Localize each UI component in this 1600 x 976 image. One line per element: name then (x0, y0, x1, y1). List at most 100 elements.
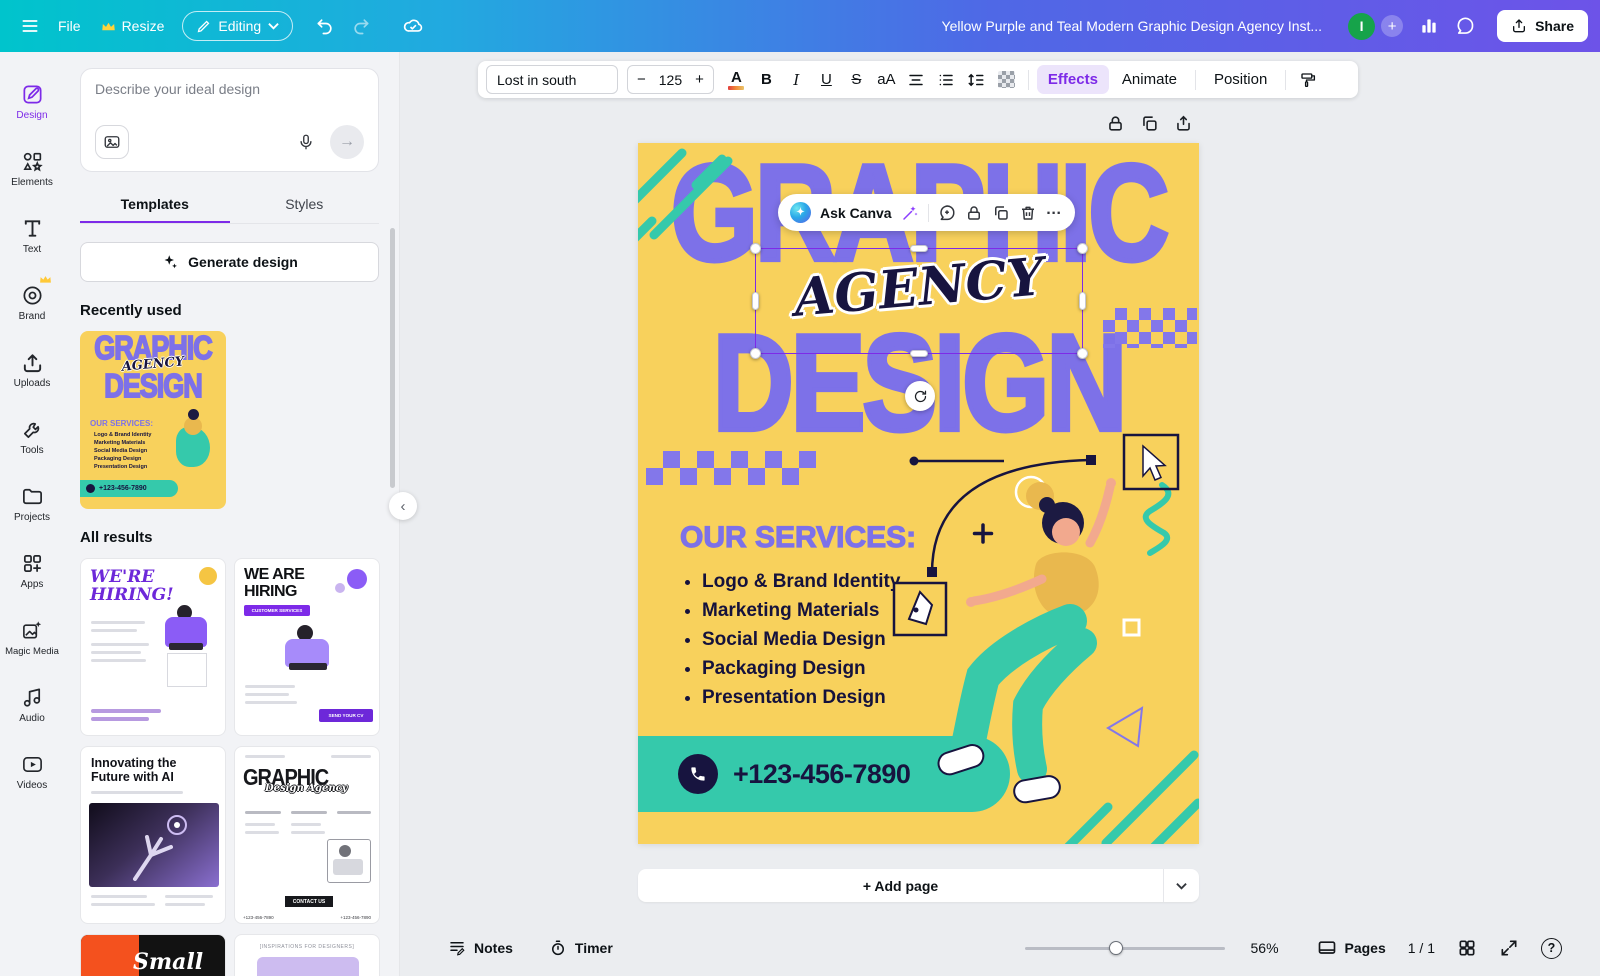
zoom-handle[interactable] (1109, 941, 1123, 955)
sidebar-item-magic-media[interactable]: Magic Media (2, 606, 62, 670)
selection-handle-sw[interactable] (750, 348, 761, 359)
share-button[interactable]: Share (1497, 10, 1588, 42)
template-thumbnail-inspirations[interactable]: [INSPIRATIONS FOR DESIGNERS] (234, 934, 380, 976)
rotate-handle[interactable] (905, 381, 935, 411)
font-size-value[interactable]: 125 (655, 72, 686, 88)
thumb-phone: +123-456-7890 (243, 915, 274, 920)
editing-label: Editing (218, 18, 261, 34)
tab-templates[interactable]: Templates (80, 186, 230, 223)
duplicate-icon[interactable] (992, 204, 1010, 222)
strikethrough-button[interactable]: S (843, 65, 870, 94)
text-case-button[interactable]: aA (873, 65, 900, 94)
font-family-selector[interactable]: Lost in south (486, 65, 618, 94)
effects-button[interactable]: Effects (1037, 65, 1109, 94)
timer-button[interactable]: Timer (549, 939, 613, 957)
bar-chart-icon (1419, 16, 1439, 36)
selection-handle-nw[interactable] (750, 243, 761, 254)
fullscreen-button[interactable] (1499, 938, 1519, 958)
sidebar-item-label: Brand (19, 311, 46, 322)
template-thumbnail-ai[interactable]: Innovating the Future with AI (80, 746, 226, 924)
selection-handle-s[interactable] (910, 350, 928, 357)
lock-icon[interactable] (965, 204, 983, 222)
selection-handle-ne[interactable] (1077, 243, 1088, 254)
sidebar-item-videos[interactable]: Videos (2, 740, 62, 804)
pages-button[interactable]: Pages (1317, 938, 1386, 958)
undo-button[interactable] (307, 8, 343, 44)
decor (91, 903, 155, 906)
sidebar-item-uploads[interactable]: Uploads (2, 338, 62, 402)
selection-handle-w[interactable] (752, 292, 759, 310)
voice-input-button[interactable] (290, 126, 322, 158)
underline-button[interactable]: U (813, 65, 840, 94)
template-thumbnail-bw-agency[interactable]: GRAPHIC Design Agency CONTACT US +123-45… (234, 746, 380, 924)
main-menu-button[interactable] (12, 8, 48, 44)
list-button[interactable] (933, 65, 960, 94)
increase-font-button[interactable]: + (686, 71, 713, 88)
help-button[interactable]: ? (1541, 938, 1562, 959)
animate-button[interactable]: Animate (1112, 65, 1187, 94)
text-color-button[interactable]: A (723, 65, 750, 94)
zoom-slider[interactable] (1025, 938, 1225, 958)
generate-design-button[interactable]: Generate design (80, 242, 379, 282)
template-thumbnail-recent[interactable]: GRAPHIC DESIGN AGENCY OUR SERVICES: Logo… (80, 331, 226, 509)
lock-page-button[interactable] (1106, 114, 1125, 133)
sidebar-item-text[interactable]: Text (2, 204, 62, 268)
selection-handle-se[interactable] (1077, 348, 1088, 359)
decrease-font-button[interactable]: − (628, 71, 655, 88)
tab-styles[interactable]: Styles (230, 186, 380, 223)
collapse-panel-button[interactable]: ‹ (389, 492, 417, 520)
italic-button[interactable]: I (783, 65, 810, 94)
template-thumbnail-hiring-2[interactable]: WE ARE HIRING CUSTOMER SERVICES SEND YOU… (234, 558, 380, 736)
sidebar-item-elements[interactable]: Elements (2, 137, 62, 201)
transparency-button[interactable] (993, 65, 1020, 94)
zoom-track[interactable] (1025, 947, 1225, 950)
resize-button[interactable]: Resize (91, 10, 175, 42)
panel-scrollbar[interactable] (390, 228, 395, 488)
bold-button[interactable]: B (753, 65, 780, 94)
copy-style-button[interactable] (1294, 65, 1321, 94)
design-prompt-input[interactable] (95, 81, 364, 115)
template-thumbnail-small[interactable]: Small (80, 934, 226, 976)
sidebar-item-tools[interactable]: Tools (2, 405, 62, 469)
position-button[interactable]: Position (1204, 65, 1277, 94)
design-page[interactable]: GRAPHIC DESIGN OUR SERVICES: Logo & Bran… (638, 143, 1199, 844)
selection-handle-e[interactable] (1079, 292, 1086, 310)
export-page-button[interactable] (1174, 114, 1193, 133)
add-page-dropdown[interactable] (1163, 869, 1199, 902)
grid-view-button[interactable] (1457, 938, 1477, 958)
decor (245, 693, 289, 696)
redo-button[interactable] (343, 8, 379, 44)
comment-icon[interactable] (938, 204, 956, 222)
duplicate-page-button[interactable] (1140, 114, 1159, 133)
comments-button[interactable] (1447, 8, 1483, 44)
selection-handle-n[interactable] (910, 245, 928, 252)
sidebar-item-apps[interactable]: Apps (2, 539, 62, 603)
sidebar-item-brand[interactable]: Brand (2, 271, 62, 335)
sidebar-item-audio[interactable]: Audio (2, 673, 62, 737)
add-member-button[interactable]: + (1381, 15, 1403, 37)
sidebar-item-projects[interactable]: Projects (2, 472, 62, 536)
submit-prompt-button[interactable]: → (330, 125, 364, 159)
text-align-button[interactable] (903, 65, 930, 94)
magic-wand-icon[interactable] (901, 204, 919, 222)
document-title[interactable]: Yellow Purple and Teal Modern Graphic De… (942, 18, 1323, 34)
insights-button[interactable] (1411, 8, 1447, 44)
editing-mode-dropdown[interactable]: Editing (182, 11, 293, 41)
sidebar-item-design[interactable]: Design (2, 70, 62, 134)
avatar[interactable]: I (1348, 13, 1375, 40)
spacing-button[interactable] (963, 65, 990, 94)
notes-button[interactable]: Notes (448, 939, 513, 957)
file-menu-button[interactable]: File (48, 10, 91, 42)
more-options-icon[interactable]: … (1046, 201, 1063, 225)
statusbar-right: Pages 1 / 1 ? (1317, 938, 1563, 959)
template-thumbnail-hiring-1[interactable]: WE'RE HIRING! (80, 558, 226, 736)
selection-box[interactable] (755, 248, 1083, 354)
save-status-button[interactable] (395, 8, 431, 44)
zoom-percentage[interactable]: 56% (1251, 940, 1291, 956)
chevron-down-icon (268, 22, 279, 30)
add-image-button[interactable] (95, 125, 129, 159)
add-page-button[interactable]: + Add page (638, 869, 1163, 902)
ask-canva-label[interactable]: Ask Canva (820, 205, 892, 221)
plus-decor (975, 525, 992, 542)
delete-icon[interactable] (1019, 204, 1037, 222)
